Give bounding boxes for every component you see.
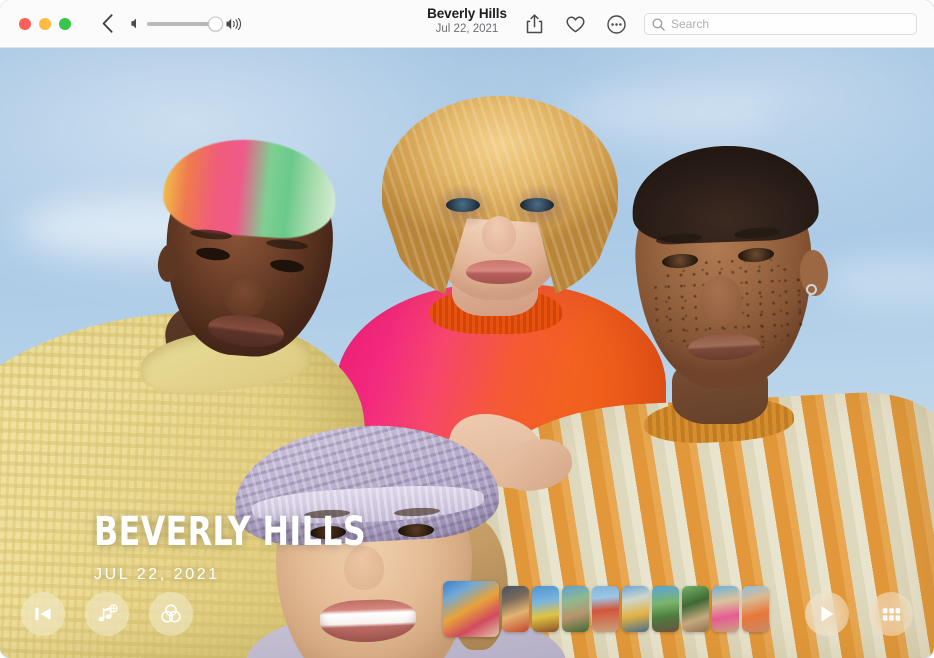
filmstrip-thumbnail[interactable] bbox=[532, 586, 559, 632]
volume-slider-knob[interactable] bbox=[208, 16, 223, 31]
search-icon bbox=[652, 18, 665, 31]
heart-icon bbox=[566, 16, 585, 33]
window-title-block: Beverly Hills Jul 22, 2021 bbox=[427, 6, 507, 36]
thumbnail-image bbox=[532, 586, 559, 632]
ellipsis-circle-icon bbox=[607, 15, 626, 34]
speaker-high-icon bbox=[226, 18, 241, 30]
photos-window: Beverly Hills Jul 22, 2021 bbox=[0, 0, 934, 658]
filmstrip-thumbnail[interactable] bbox=[712, 586, 739, 632]
filmstrip-thumbnail[interactable] bbox=[742, 586, 769, 632]
filmstrip-thumbnail[interactable] bbox=[622, 586, 649, 632]
thumbnail-image bbox=[562, 586, 589, 632]
lips bbox=[466, 260, 532, 284]
zoom-button[interactable] bbox=[59, 18, 71, 30]
chevron-left-icon bbox=[102, 14, 113, 33]
traffic-lights bbox=[19, 18, 71, 30]
nose bbox=[344, 546, 384, 590]
share-button[interactable] bbox=[523, 13, 545, 35]
page-subtitle: Jul 22, 2021 bbox=[427, 23, 507, 36]
window-toolbar: Beverly Hills Jul 22, 2021 bbox=[0, 0, 934, 48]
more-button[interactable] bbox=[605, 13, 627, 35]
volume-control[interactable] bbox=[131, 18, 241, 30]
toolbar-actions: Search bbox=[523, 0, 917, 48]
filmstrip-thumbnail[interactable] bbox=[502, 586, 529, 632]
memory-mix-button[interactable] bbox=[149, 592, 193, 636]
play-button[interactable] bbox=[805, 592, 849, 636]
close-button[interactable] bbox=[19, 18, 31, 30]
thumbnail-image bbox=[682, 586, 709, 632]
page-title: Beverly Hills bbox=[427, 6, 507, 21]
filmstrip-thumbnail[interactable] bbox=[592, 586, 619, 632]
add-music-button[interactable] bbox=[85, 592, 129, 636]
back-button[interactable] bbox=[97, 13, 117, 35]
thumbnail-image bbox=[712, 586, 739, 632]
nose bbox=[482, 216, 516, 254]
music-note-plus-icon bbox=[96, 604, 118, 625]
thumbnail-image bbox=[742, 586, 769, 632]
thumbnail-image bbox=[502, 586, 529, 632]
memory-photo-viewer[interactable]: BEVERLY HILLS JUL 22, 2021 bbox=[0, 48, 934, 658]
filmstrip-thumbnail[interactable] bbox=[562, 586, 589, 632]
filmstrip-thumbnail[interactable] bbox=[682, 586, 709, 632]
search-input[interactable]: Search bbox=[644, 13, 917, 35]
eye bbox=[446, 198, 480, 212]
playback-controls-left bbox=[21, 592, 193, 636]
filmstrip[interactable] bbox=[443, 578, 769, 640]
minimize-button[interactable] bbox=[39, 18, 51, 30]
skip-back-icon bbox=[33, 605, 53, 623]
playback-controls-right bbox=[805, 592, 913, 636]
speaker-low-icon bbox=[131, 18, 140, 29]
previous-button[interactable] bbox=[21, 592, 65, 636]
share-icon bbox=[526, 14, 543, 34]
search-placeholder: Search bbox=[671, 17, 709, 31]
grid-icon bbox=[882, 607, 901, 622]
three-circles-icon bbox=[160, 603, 182, 625]
volume-slider-track[interactable] bbox=[147, 22, 219, 26]
thumbnail-image bbox=[652, 586, 679, 632]
play-icon bbox=[818, 604, 836, 624]
filmstrip-thumbnail[interactable] bbox=[652, 586, 679, 632]
thumbnail-image bbox=[443, 581, 499, 637]
grid-button[interactable] bbox=[869, 592, 913, 636]
thumbnail-image bbox=[622, 586, 649, 632]
favorite-button[interactable] bbox=[564, 13, 586, 35]
thumbnail-image bbox=[592, 586, 619, 632]
eye bbox=[520, 198, 554, 212]
filmstrip-thumbnail[interactable] bbox=[443, 581, 499, 637]
